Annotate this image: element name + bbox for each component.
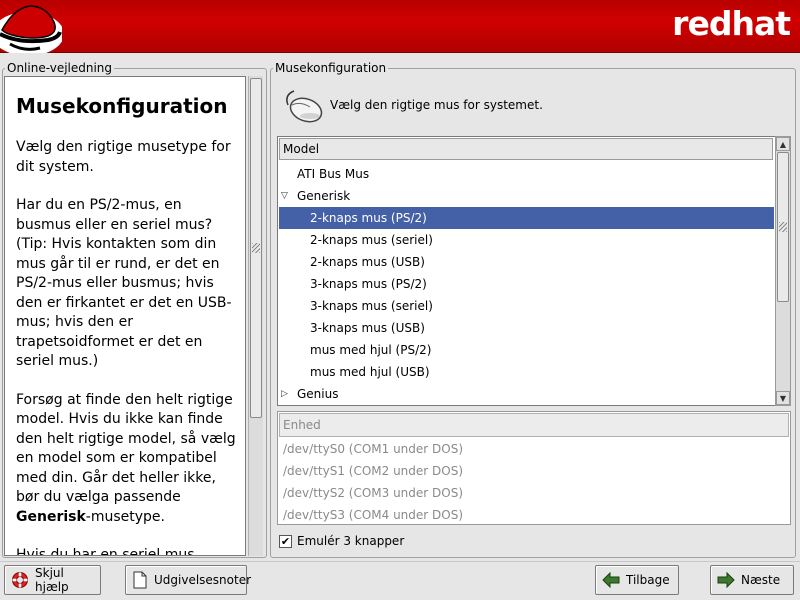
emulate-label: Emulér 3 knapper (297, 534, 405, 548)
tree-row[interactable]: ATI Bus Mus (279, 163, 774, 185)
tree-row[interactable]: 2-knaps mus (seriel) (279, 229, 774, 251)
tree-row-label: 2-knaps mus (USB) (310, 255, 425, 269)
header-banner: redhat (0, 0, 800, 53)
brand-wordmark: redhat (672, 4, 791, 43)
tree-row[interactable]: 3-knaps mus (seriel) (279, 295, 774, 317)
mouse-prompt: Vælg den rigtige mus for systemet. (330, 98, 543, 112)
help-bold-generic: Generisk (16, 508, 86, 525)
emulate-3-buttons-checkbox[interactable]: ✔ Emulér 3 knapper (279, 534, 404, 548)
mouse-frame-label: Musekonfiguration (273, 61, 389, 75)
tree-row-label: 3-knaps mus (USB) (310, 321, 425, 335)
redhat-shadowman-logo (0, 0, 62, 53)
hide-help-button[interactable]: Skjul hjælp (4, 565, 101, 595)
back-button[interactable]: Tilbage (595, 565, 679, 595)
tree-row-label: 2-knaps mus (PS/2) (310, 211, 427, 225)
device-row[interactable]: /dev/ttyS2 (COM3 under DOS) (279, 482, 789, 504)
document-icon (132, 571, 148, 589)
help-paragraph-tail: -musetype. (85, 508, 165, 525)
help-paragraph: Hvis du har en seriel mus (16, 547, 195, 556)
tree-row[interactable]: ▽ Generisk (279, 185, 774, 207)
help-paragraph: Har du en PS/2-mus, en busmus eller en s… (16, 197, 232, 369)
tree-row-label: mus med hjul (PS/2) (310, 343, 432, 357)
arrow-right-icon (717, 571, 735, 589)
help-frame-label: Online-vejledning (5, 61, 115, 75)
tree-row-label: 2-knaps mus (seriel) (310, 233, 433, 247)
device-list[interactable]: Enhed /dev/ttyS0 (COM1 under DOS)/dev/tt… (277, 411, 791, 525)
expander-closed-icon[interactable]: ▷ (281, 383, 293, 405)
mouse-icon (280, 85, 324, 125)
tree-row[interactable]: mus med hjul (USB) (279, 361, 774, 383)
next-label: Næste (741, 573, 781, 587)
column-header-label: Model (283, 142, 320, 156)
column-header-device[interactable]: Enhed (279, 413, 789, 437)
help-panel: Musekonfiguration Vælg den rigtige muset… (4, 76, 246, 556)
checkbox-check-icon[interactable]: ✔ (279, 534, 292, 548)
mouse-model-tree[interactable]: Model ATI Bus Mus ▽ Generisk 2-knaps mus (P… (277, 136, 791, 406)
device-header-label: Enhed (283, 418, 321, 432)
tree-row-label: mus med hjul (USB) (310, 365, 430, 379)
help-scroll-thumb[interactable] (250, 78, 262, 418)
scroll-down-arrow-icon[interactable]: ▼ (776, 391, 790, 405)
back-label: Tilbage (626, 573, 670, 587)
hide-help-label: Skjul hjælp (35, 566, 69, 594)
tree-rows: ATI Bus Mus ▽ Generisk 2-knaps mus (PS/2) 2-… (279, 163, 774, 405)
grip-icon (779, 222, 787, 232)
device-row[interactable]: /dev/ttyS0 (COM1 under DOS) (279, 438, 789, 460)
device-rows: /dev/ttyS0 (COM1 under DOS)/dev/ttyS1 (C… (279, 438, 789, 524)
device-row[interactable]: /dev/ttyS3 (COM4 under DOS) (279, 504, 789, 524)
tree-row[interactable]: 3-knaps mus (USB) (279, 317, 774, 339)
tree-row[interactable]: mus med hjul (PS/2) (279, 339, 774, 361)
scroll-up-arrow-icon[interactable]: ▲ (776, 137, 790, 151)
tree-row-label: Generisk (297, 189, 351, 203)
help-paragraph: Vælg den rigtige musetype for dit system… (16, 139, 231, 175)
help-title: Musekonfiguration (16, 94, 228, 118)
tree-row[interactable]: 2-knaps mus (PS/2) (279, 207, 774, 229)
tree-row-label: ATI Bus Mus (297, 167, 370, 181)
help-paragraph: Forsøg at finde den helt rigtige model. … (16, 391, 237, 528)
help-scrollbar[interactable] (248, 76, 263, 556)
help-paragraph-text: Forsøg at finde den helt rigtige model. … (16, 391, 236, 506)
next-button[interactable]: Næste (710, 565, 794, 595)
tree-row-label: Genius (297, 387, 339, 401)
help-content: Musekonfiguration Vælg den rigtige muset… (5, 77, 245, 556)
release-notes-button[interactable]: Udgivelsesnoter (125, 565, 251, 595)
tree-scrollbar[interactable]: ▲ ▼ (775, 136, 791, 406)
tree-row[interactable]: 2-knaps mus (USB) (279, 251, 774, 273)
release-notes-label: Udgivelsesnoter (154, 573, 252, 587)
arrow-left-icon (602, 571, 620, 589)
expander-open-icon[interactable]: ▽ (281, 185, 293, 207)
tree-row[interactable]: ▷ Genius (279, 383, 774, 405)
grip-icon (252, 243, 260, 253)
tree-row[interactable]: 3-knaps mus (PS/2) (279, 273, 774, 295)
tree-row-label: 3-knaps mus (PS/2) (310, 277, 427, 291)
lifebuoy-icon (11, 571, 29, 589)
tree-scroll-thumb[interactable] (777, 152, 789, 302)
device-row[interactable]: /dev/ttyS1 (COM2 under DOS) (279, 460, 789, 482)
bottom-separator (0, 561, 800, 562)
column-header-model[interactable]: Model (279, 138, 773, 160)
tree-row-label: 3-knaps mus (seriel) (310, 299, 433, 313)
